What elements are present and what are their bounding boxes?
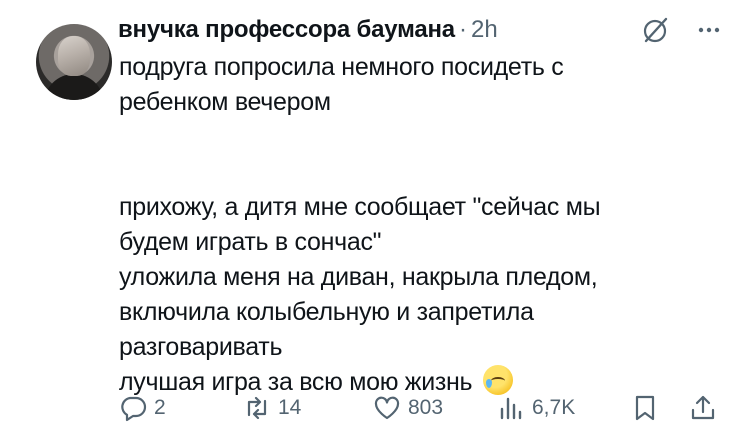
- repost-icon: [247, 396, 267, 420]
- reply-count: 2: [154, 396, 166, 419]
- bookmark-icon: [635, 395, 655, 421]
- grok-icon[interactable]: [642, 16, 670, 44]
- reply-button[interactable]: 2: [118, 388, 166, 428]
- text-line: ребенком вечером: [119, 88, 331, 116]
- text-line: разговаривать: [119, 333, 283, 361]
- action-bar: 2 14 803 6,7K: [0, 388, 740, 428]
- tweet-text: подруга попросила немного посидеть с реб…: [119, 50, 719, 400]
- text-line: будем играть в сончас": [119, 228, 382, 256]
- text-line: включила колыбельную и запретила: [119, 298, 534, 326]
- text-line: подруга попросила немного посидеть с: [119, 53, 564, 81]
- repost-button[interactable]: 14: [242, 388, 301, 428]
- views-button[interactable]: 6,7K: [496, 388, 575, 428]
- share-button[interactable]: [688, 388, 718, 428]
- more-icon[interactable]: [694, 16, 724, 44]
- like-count: 803: [408, 396, 444, 419]
- tweet-header: внучка профессора баумана · 2h: [118, 14, 498, 46]
- reply-icon: [121, 396, 147, 422]
- like-button[interactable]: 803: [372, 388, 443, 428]
- views-icon: [500, 397, 522, 420]
- share-icon: [691, 395, 715, 420]
- views-count: 6,7K: [532, 396, 576, 419]
- text-line: прихожу, а дитя мне сообщает "сейчас мы: [119, 193, 601, 221]
- like-icon: [374, 396, 400, 420]
- author-name[interactable]: внучка профессора баумана: [118, 16, 455, 44]
- text-line: уложила меня на диван, накрыла пледом,: [119, 263, 598, 291]
- repost-count: 14: [278, 396, 302, 419]
- timestamp[interactable]: 2h: [471, 16, 498, 44]
- header-separator: ·: [458, 16, 467, 43]
- avatar[interactable]: [36, 24, 112, 100]
- bookmark-button[interactable]: [630, 388, 660, 428]
